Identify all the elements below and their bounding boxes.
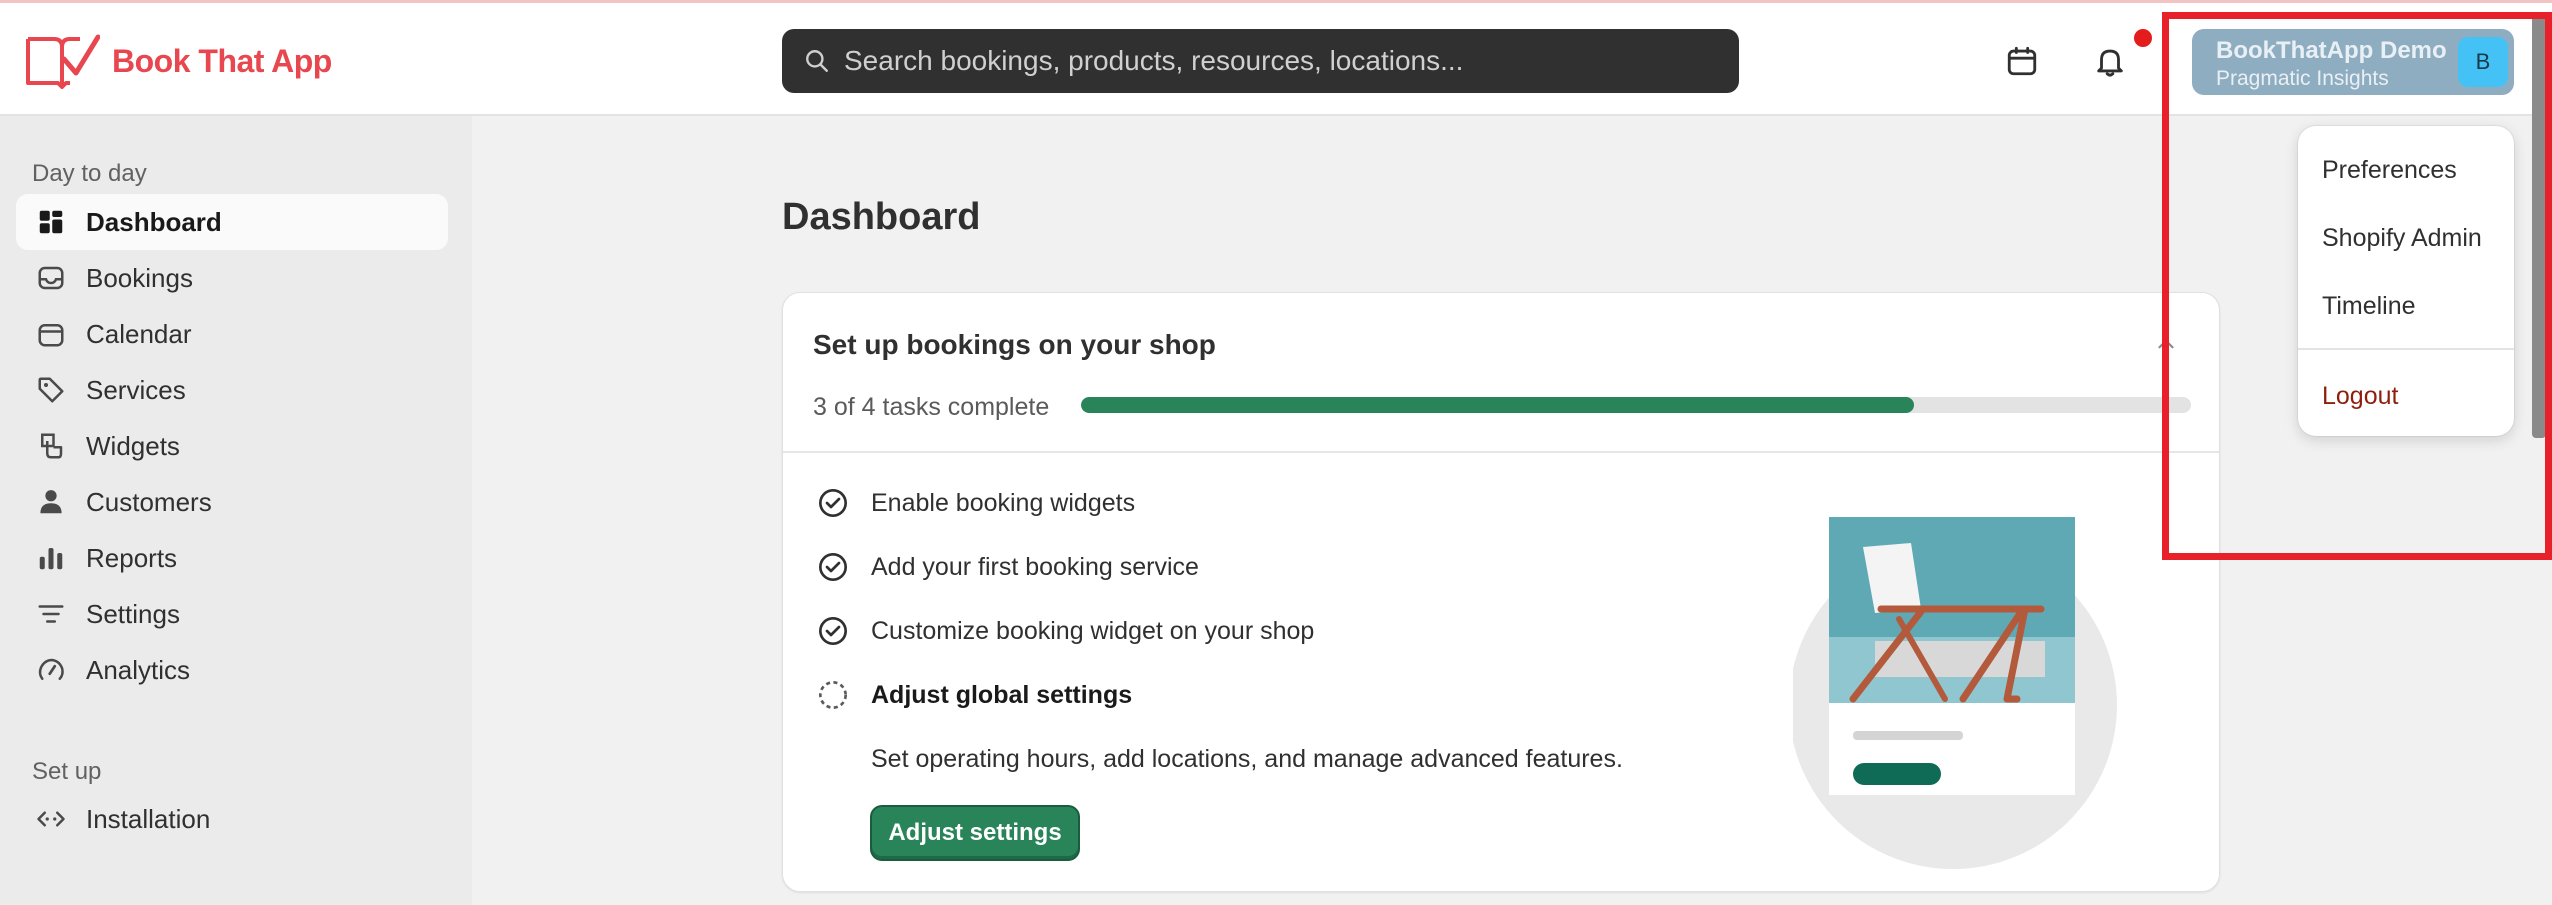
calendar-icon xyxy=(38,324,64,347)
notification-badge xyxy=(2134,29,2152,47)
book-check-logo-icon xyxy=(26,34,100,89)
sidebar-item-installation[interactable]: Installation xyxy=(16,791,448,847)
task-item[interactable]: Customize booking widget on your shop xyxy=(817,615,1314,647)
calendar-button[interactable] xyxy=(2000,39,2044,83)
gauge-icon xyxy=(38,658,64,680)
page-title: Dashboard xyxy=(782,196,981,238)
person-icon xyxy=(40,490,62,514)
sidebar-item-settings[interactable]: Settings xyxy=(16,586,448,642)
user-dropdown-menu: Preferences Shopify Admin Timeline Logou… xyxy=(2298,126,2514,436)
menu-item-preferences[interactable]: Preferences xyxy=(2322,156,2457,185)
tag-icon xyxy=(38,377,64,403)
setup-card: Set up bookings on your shop 3 of 4 task… xyxy=(782,292,2220,892)
bar-chart-icon xyxy=(39,548,63,570)
check-circle-icon xyxy=(819,553,847,581)
progress-text: 3 of 4 tasks complete xyxy=(813,393,1050,421)
widget-icon xyxy=(41,433,63,459)
menu-item-timeline[interactable]: Timeline xyxy=(2322,292,2416,321)
code-icon xyxy=(37,811,65,827)
sidebar-item-label: Widgets xyxy=(86,430,180,461)
avatar: B xyxy=(2458,37,2508,87)
sidebar-item-label: Bookings xyxy=(86,262,193,293)
menu-divider xyxy=(2298,348,2514,350)
task-item[interactable]: Add your first booking service xyxy=(817,551,1199,583)
search-icon xyxy=(806,50,828,72)
sidebar-item-services[interactable]: Services xyxy=(16,362,448,418)
progress-bar-fill xyxy=(1081,397,1914,413)
sidebar-item-customers[interactable]: Customers xyxy=(16,474,448,530)
progress-bar xyxy=(1081,397,2191,413)
settings-lines-icon xyxy=(38,605,64,623)
notifications-button[interactable] xyxy=(2088,39,2132,83)
sidebar-item-widgets[interactable]: Widgets xyxy=(16,418,448,474)
user-organization: Pragmatic Insights xyxy=(2216,67,2389,90)
sidebar-item-label: Analytics xyxy=(86,654,191,685)
adjust-settings-button[interactable]: Adjust settings xyxy=(870,805,1080,861)
sidebar-item-label: Settings xyxy=(86,598,180,629)
section-label-day-to-day: Day to day xyxy=(32,160,147,187)
dashed-circle-icon xyxy=(819,681,847,709)
check-circle-icon xyxy=(819,617,847,645)
section-label-set-up: Set up xyxy=(32,758,102,785)
app-logo[interactable]: Book That App xyxy=(24,33,332,89)
top-bar: Book That App BookThatApp Demo Pragmatic… xyxy=(0,0,2552,116)
chair-illustration xyxy=(1793,517,2117,869)
sidebar-item-label: Services xyxy=(86,374,186,405)
task-label: Adjust global settings xyxy=(871,680,1133,709)
sidebar-item-label: Installation xyxy=(86,803,211,834)
menu-item-shopify-admin[interactable]: Shopify Admin xyxy=(2322,224,2482,253)
sidebar-item-label: Customers xyxy=(86,486,212,517)
app-name: Book That App xyxy=(112,42,332,79)
sidebar-item-calendar[interactable]: Calendar xyxy=(16,306,448,362)
sidebar-item-reports[interactable]: Reports xyxy=(16,530,448,586)
task-label: Enable booking widgets xyxy=(871,488,1136,517)
search-input[interactable] xyxy=(844,45,1704,77)
divider xyxy=(783,451,2219,453)
search-bar[interactable] xyxy=(782,29,1739,93)
task-item[interactable]: Adjust global settings xyxy=(817,679,1132,711)
menu-item-logout[interactable]: Logout xyxy=(2322,382,2398,411)
setup-card-title: Set up bookings on your shop xyxy=(813,329,1216,360)
calendar-icon xyxy=(2007,46,2037,76)
sidebar-item-analytics[interactable]: Analytics xyxy=(16,642,448,698)
user-menu-button[interactable]: BookThatApp Demo Pragmatic Insights B xyxy=(2192,29,2514,95)
sidebar: Day to day Dashboard Bookings Calendar S… xyxy=(0,116,472,905)
task-description: Set operating hours, add locations, and … xyxy=(871,745,1623,773)
sidebar-item-label: Dashboard xyxy=(86,206,222,237)
sidebar-item-bookings[interactable]: Bookings xyxy=(16,250,448,306)
check-circle-icon xyxy=(819,489,847,517)
user-name: BookThatApp Demo xyxy=(2216,37,2447,64)
chevron-up-icon[interactable] xyxy=(2153,331,2179,357)
sidebar-item-label: Reports xyxy=(86,542,178,573)
task-label: Customize booking widget on your shop xyxy=(871,616,1315,645)
task-label: Add your first booking service xyxy=(871,552,1199,581)
sidebar-item-dashboard[interactable]: Dashboard xyxy=(16,194,448,250)
task-item[interactable]: Enable booking widgets xyxy=(817,487,1135,519)
dashboard-icon xyxy=(39,210,63,234)
scrollbar[interactable] xyxy=(2532,14,2546,438)
inbox-icon xyxy=(38,266,64,290)
sidebar-item-label: Calendar xyxy=(86,318,192,349)
bell-icon xyxy=(2097,49,2123,77)
